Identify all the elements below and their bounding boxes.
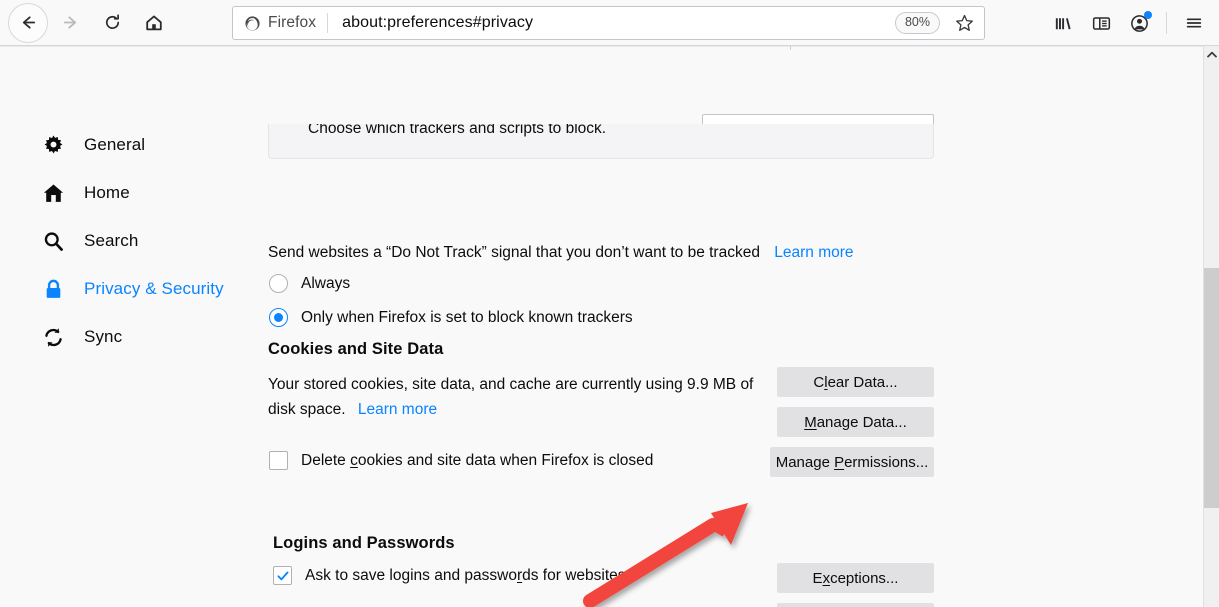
manage-permissions-label: Manage Permissions...: [776, 454, 929, 471]
home-icon: [40, 182, 66, 205]
home-icon: [144, 13, 164, 33]
sidebar-item-home[interactable]: Home: [40, 178, 130, 208]
checkbox[interactable]: [269, 451, 288, 470]
url-text[interactable]: about:preferences#privacy: [328, 14, 895, 32]
sidebar-item-privacy-security[interactable]: Privacy & Security: [40, 274, 224, 304]
search-icon: [40, 230, 66, 253]
clear-data-label: Clear Data...: [813, 374, 897, 391]
checkbox-label: Ask to save logins and passwords for web…: [305, 567, 626, 585]
url-bar[interactable]: Firefox about:preferences#privacy 80%: [232, 6, 985, 40]
home-button[interactable]: [134, 3, 174, 43]
cookies-description: Your stored cookies, site data, and cach…: [268, 372, 773, 422]
delete-cookies-on-close-checkbox[interactable]: Delete cookies and site data when Firefo…: [269, 451, 653, 470]
sidebar-item-label: Search: [84, 231, 138, 251]
logins-secondary-button[interactable]: [777, 603, 934, 607]
do-not-track-text: Send websites a “Do Not Track” signal th…: [268, 244, 760, 261]
reload-icon: [103, 13, 122, 32]
exceptions-button[interactable]: Exceptions...: [777, 563, 934, 593]
checkmark-icon: [276, 569, 290, 583]
preferences-sidebar: General Home Search: [0, 46, 252, 607]
sidebar-item-label: Privacy & Security: [84, 279, 224, 299]
star-icon: [954, 13, 975, 34]
scrollbar-thumb[interactable]: [1204, 268, 1219, 508]
identity-label: Firefox: [268, 14, 316, 32]
hamburger-menu-icon: [1184, 13, 1204, 33]
sidebar-item-label: General: [84, 135, 145, 155]
manage-permissions-button[interactable]: Manage Permissions...: [770, 447, 934, 477]
tracking-protection-text: Choose which trackers and scripts to blo…: [308, 124, 606, 138]
account-button[interactable]: [1120, 4, 1158, 42]
do-not-track-option-only-when-blocking[interactable]: Only when Firefox is set to block known …: [269, 308, 633, 327]
radio-button[interactable]: [269, 274, 288, 293]
do-not-track-description: Send websites a “Do Not Track” signal th…: [268, 244, 854, 262]
exceptions-label: Exceptions...: [813, 570, 899, 587]
radio-label: Always: [301, 275, 350, 293]
preferences-content: Choose which trackers and scripts to blo…: [268, 46, 948, 607]
cookies-section-heading: Cookies and Site Data: [268, 340, 443, 359]
back-button[interactable]: [8, 3, 48, 43]
ask-to-save-logins-checkbox[interactable]: Ask to save logins and passwords for web…: [273, 566, 626, 585]
navigation-buttons: [0, 3, 174, 43]
sidebar-item-label: Sync: [84, 327, 122, 347]
sidebar-item-general[interactable]: General: [40, 130, 145, 160]
sidebar-item-search[interactable]: Search: [40, 226, 138, 256]
forward-button: [50, 3, 90, 43]
checkbox-checked[interactable]: [273, 566, 292, 585]
browser-toolbar: Firefox about:preferences#privacy 80%: [0, 0, 1219, 46]
sidebar-toggle-button[interactable]: [1082, 4, 1120, 42]
chevron-up-icon: [1207, 51, 1217, 58]
lock-icon: [40, 278, 66, 301]
firefox-logo-icon: [244, 15, 261, 32]
library-button[interactable]: [1044, 4, 1082, 42]
reload-button[interactable]: [92, 3, 132, 43]
sync-icon: [40, 326, 66, 349]
sidebar-icon: [1091, 13, 1112, 34]
radio-label: Only when Firefox is set to block known …: [301, 309, 633, 327]
cookies-description-text: Your stored cookies, site data, and cach…: [268, 376, 753, 418]
sidebar-item-label: Home: [84, 183, 130, 203]
cookies-learn-more-link[interactable]: Learn more: [358, 401, 437, 418]
toolbar-right-actions: [1044, 0, 1213, 46]
gear-icon: [40, 134, 66, 157]
sidebar-item-sync[interactable]: Sync: [40, 322, 122, 352]
manage-data-label: Manage Data...: [804, 414, 907, 431]
toolbar-separator: [1166, 12, 1167, 34]
do-not-track-learn-more-link[interactable]: Learn more: [774, 244, 853, 261]
radio-button-selected[interactable]: [269, 308, 288, 327]
clear-data-button[interactable]: Clear Data...: [777, 367, 934, 397]
scrollbar-up-button[interactable]: [1204, 46, 1219, 63]
app-menu-button[interactable]: [1175, 4, 1213, 42]
zoom-level-badge[interactable]: 80%: [895, 12, 940, 33]
tracking-protection-panel: Choose which trackers and scripts to blo…: [268, 124, 934, 159]
preferences-page: General Home Search: [0, 46, 1203, 607]
bookmark-star-button[interactable]: [948, 8, 980, 38]
back-arrow-icon: [19, 13, 38, 32]
account-notification-dot: [1144, 11, 1152, 19]
forward-arrow-icon: [61, 13, 80, 32]
library-icon: [1053, 13, 1074, 34]
manage-data-button[interactable]: Manage Data...: [777, 407, 934, 437]
logins-section-heading: Logins and Passwords: [273, 534, 455, 553]
checkbox-label: Delete cookies and site data when Firefo…: [301, 452, 653, 470]
do-not-track-option-always[interactable]: Always: [269, 274, 350, 293]
identity-box[interactable]: Firefox: [233, 7, 327, 39]
page-scrollbar[interactable]: [1203, 46, 1219, 607]
